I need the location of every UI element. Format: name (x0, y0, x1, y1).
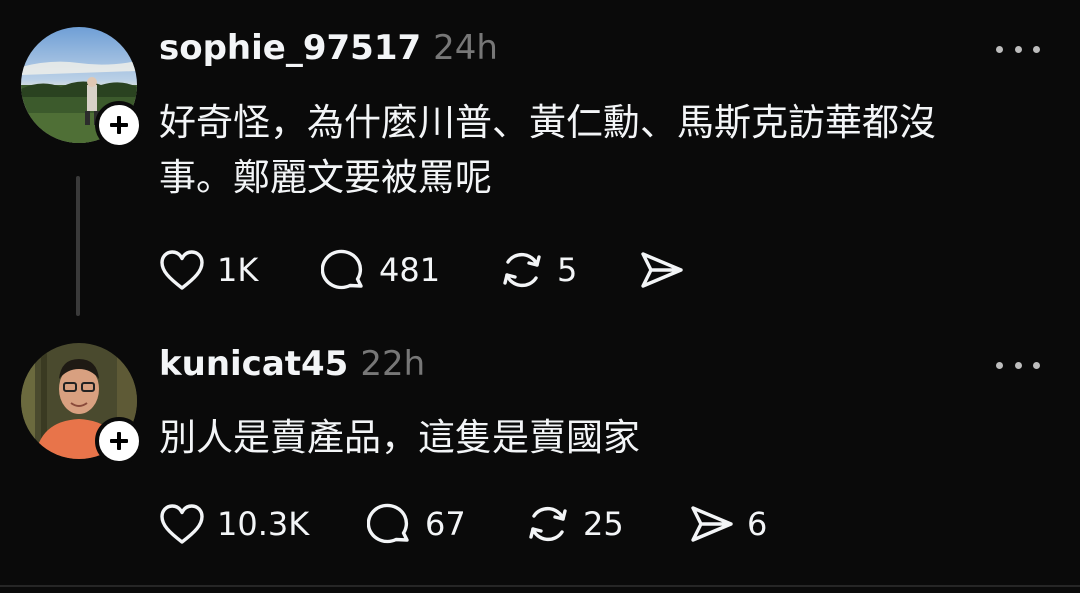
action-bar: 10.3K 67 25 6 (159, 499, 767, 549)
post-2: kunicat45 22h 別人是賣產品，這隻是賣國家 10.3K 67 25 … (0, 330, 1080, 585)
post-header: sophie_97517 24h (159, 28, 498, 68)
timestamp: 22h (360, 344, 426, 384)
repost-arrows-icon (503, 252, 541, 288)
send-icon (691, 506, 733, 542)
share-count: 6 (747, 505, 768, 543)
thread-line (76, 176, 80, 316)
heart-icon (160, 250, 204, 290)
repost-count: 5 (557, 251, 578, 289)
comment-bubble-icon (367, 503, 409, 544)
more-horizontal-icon (996, 45, 1003, 53)
plus-icon (110, 116, 128, 134)
post-1: sophie_97517 24h 好奇怪，為什麼川普、黃仁勳、馬斯克訪華都沒 事… (0, 0, 1080, 330)
more-options-button[interactable] (996, 39, 1040, 59)
like-count: 10.3K (217, 505, 310, 543)
divider (0, 585, 1080, 587)
avatar-wrapper (21, 343, 143, 465)
send-icon (641, 252, 683, 288)
plus-icon (110, 432, 128, 450)
heart-icon (160, 504, 204, 544)
action-bar: 1K 481 5 (159, 245, 685, 295)
username[interactable]: sophie_97517 (159, 28, 421, 68)
repost-button[interactable]: 25 (525, 502, 689, 546)
reply-count: 481 (379, 251, 441, 289)
comment-bubble-icon (321, 249, 363, 290)
reply-count: 67 (425, 505, 466, 543)
share-button[interactable] (639, 248, 685, 292)
share-button[interactable]: 6 (689, 502, 767, 546)
more-options-button[interactable] (996, 355, 1040, 375)
reply-button[interactable]: 481 (321, 248, 499, 292)
like-button[interactable]: 10.3K (159, 503, 367, 545)
like-button[interactable]: 1K (159, 249, 321, 291)
post-text: 好奇怪，為什麼川普、黃仁勳、馬斯克訪華都沒 事。鄭麗文要被罵呢 (159, 101, 936, 199)
avatar-wrapper (21, 27, 143, 149)
follow-button[interactable] (95, 417, 143, 465)
timestamp: 24h (433, 28, 498, 68)
repost-arrows-icon (529, 506, 567, 542)
reply-button[interactable]: 67 (367, 502, 525, 546)
like-count: 1K (217, 251, 259, 289)
repost-count: 25 (583, 505, 624, 543)
follow-button[interactable] (95, 101, 143, 149)
repost-button[interactable]: 5 (499, 248, 639, 292)
username[interactable]: kunicat45 (159, 344, 348, 384)
post-text: 別人是賣產品，這隻是賣國家 (159, 416, 640, 459)
more-horizontal-icon (996, 361, 1003, 369)
post-header: kunicat45 22h (159, 344, 425, 384)
